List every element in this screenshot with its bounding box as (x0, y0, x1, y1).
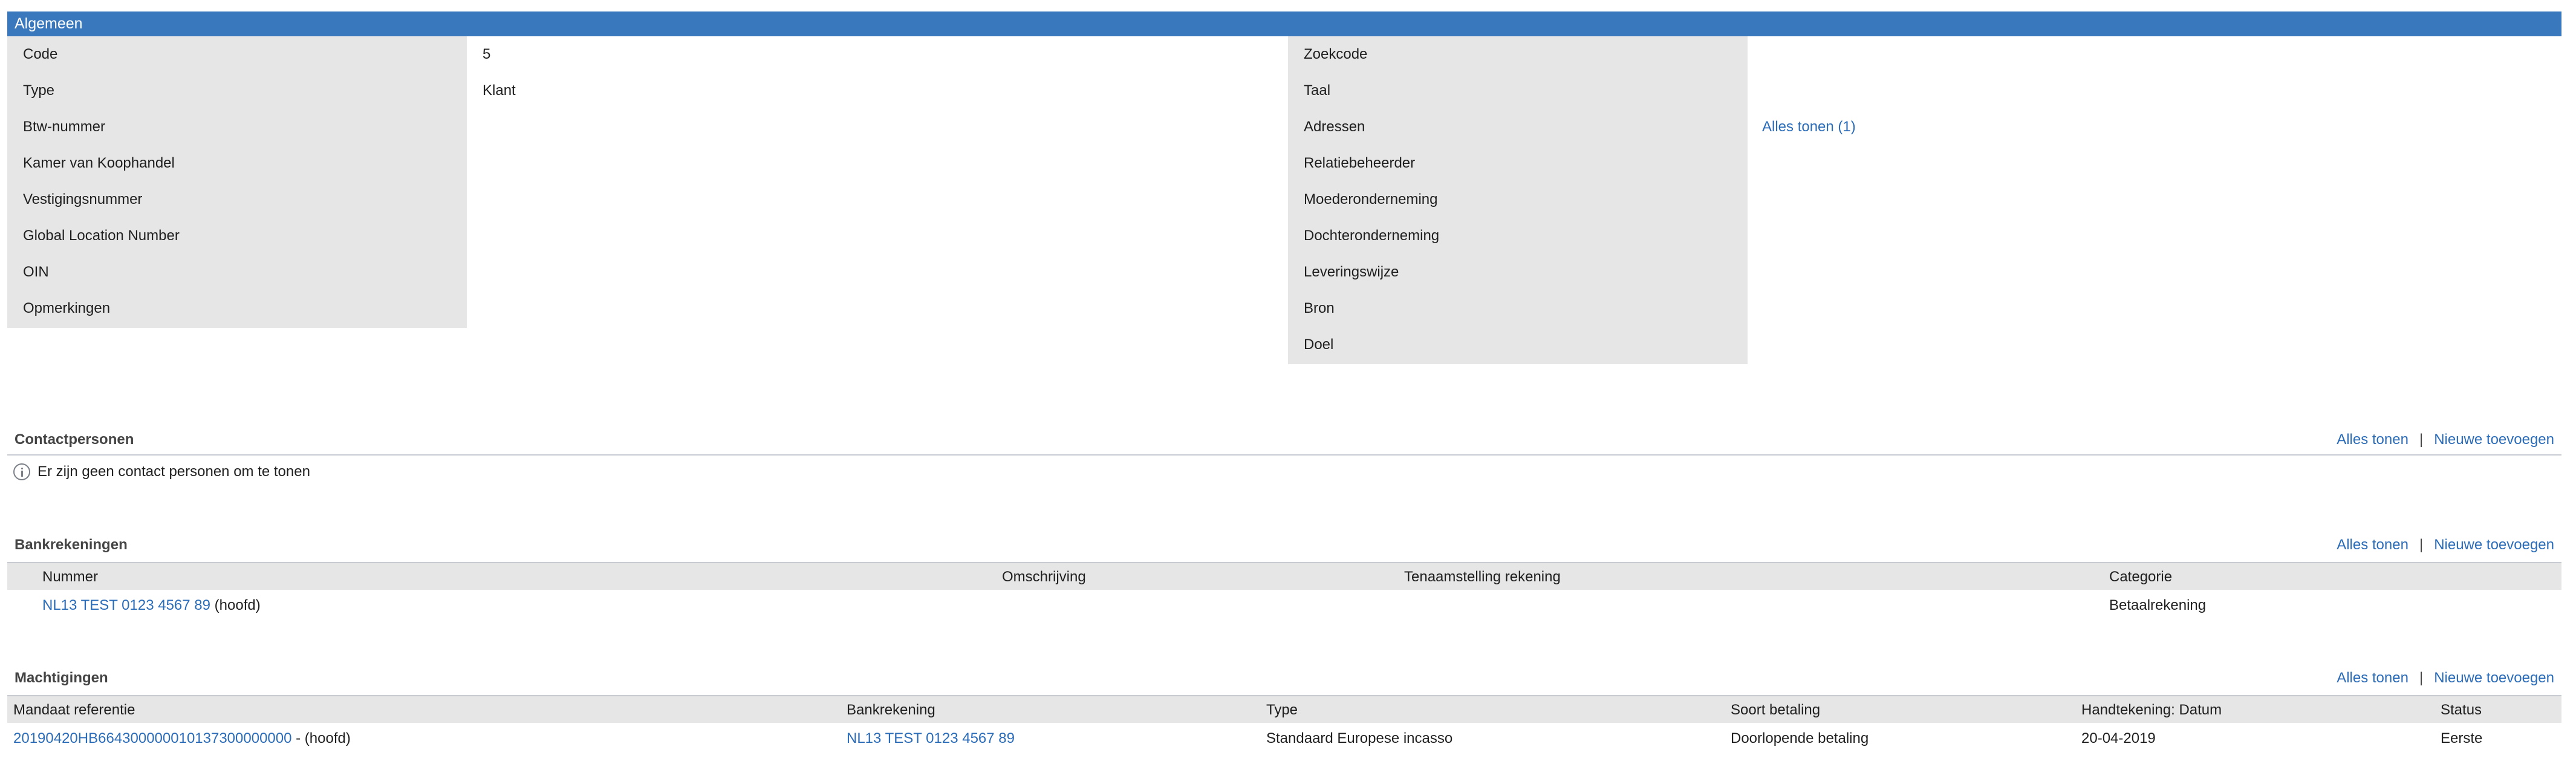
contacts-show-all-link[interactable]: Alles tonen (2337, 431, 2408, 448)
contacts-title: Contactpersonen (15, 431, 134, 448)
label-language: Taal (1304, 82, 1331, 99)
label-branch-number: Vestigingsnummer (23, 191, 143, 207)
bank-accounts-separator: | (2419, 537, 2424, 553)
bank-accounts-actions: Alles tonen | Nieuwe toevoegen (2337, 533, 2554, 557)
contacts-empty-text: Er zijn geen contact personen om te tone… (37, 463, 310, 480)
mandate-status: Eerste (2441, 730, 2483, 746)
label-remarks: Opmerkingen (23, 300, 111, 316)
value-search-code (1762, 36, 2548, 73)
col-status: Status (2441, 702, 2482, 718)
value-branch-number (483, 181, 1269, 218)
mandate-reference-cell: 20190420HB664300000010137300000000 - (ho… (13, 725, 351, 753)
label-subsidiary: Dochteronderneming (1304, 227, 1440, 244)
value-vat-number (483, 109, 1269, 145)
contacts-actions: Alles tonen | Nieuwe toevoegen (2337, 428, 2554, 452)
value-remarks (483, 290, 1269, 327)
bank-accounts-section-header: Bankrekeningen Alles tonen | Nieuwe toevoe… (15, 533, 2561, 557)
contacts-separator: | (2419, 431, 2424, 448)
general-left-values: 5 Klant (483, 36, 1269, 327)
value-language (1762, 73, 2548, 109)
mandate-type: Standaard Europese incasso (1266, 730, 1453, 746)
contacts-add-new-link[interactable]: Nieuwe toevoegen (2434, 431, 2554, 448)
col-type: Type (1266, 702, 1298, 718)
bank-account-number-cell: NL13 TEST 0123 4567 89 (hoofd) (42, 592, 261, 619)
label-addresses: Adressen (1304, 119, 1365, 135)
table-row: 20190420HB664300000010137300000000 - (ho… (7, 725, 2561, 753)
general-section-header: Algemeen (7, 11, 2561, 36)
value-addresses: Alles tonen (1) (1762, 109, 2548, 145)
label-source: Bron (1304, 300, 1335, 316)
general-right-labels: Zoekcode Taal Adressen Relatiebeheerder … (1288, 36, 1748, 364)
bank-accounts-table-header: Nummer Omschrijving Tenaamstelling reken… (7, 562, 2561, 590)
label-vat-number: Btw-nummer (23, 119, 106, 135)
info-icon (13, 463, 30, 480)
contacts-section-header: Contactpersonen Alles tonen | Nieuwe toevo… (15, 428, 2561, 452)
label-relationship-manager: Relatiebeheerder (1304, 155, 1416, 171)
table-row: NL13 TEST 0123 4567 89 (hoofd) Betaalrek… (7, 592, 2561, 619)
mandate-payment-kind: Doorlopende betaling (1731, 730, 1869, 746)
mandates-show-all-link[interactable]: Alles tonen (2337, 670, 2408, 686)
bank-accounts-add-new-link[interactable]: Nieuwe toevoegen (2434, 537, 2554, 553)
label-target: Doel (1304, 336, 1334, 353)
mandate-bank-account-link[interactable]: NL13 TEST 0123 4567 89 (847, 730, 1015, 746)
mandate-bank-account-cell: NL13 TEST 0123 4567 89 (847, 725, 1015, 753)
value-oin (483, 254, 1269, 290)
contacts-divider (7, 454, 2561, 456)
value-type: Klant (483, 82, 516, 99)
addresses-show-all-link[interactable]: Alles tonen (1) (1762, 119, 1856, 135)
main-marker: - (hoofd) (291, 730, 351, 746)
mandates-title: Machtigingen (15, 670, 108, 686)
mandate-reference-link[interactable]: 20190420HB664300000010137300000000 (13, 730, 291, 746)
mandates-actions: Alles tonen | Nieuwe toevoegen (2337, 666, 2554, 690)
col-payment-kind: Soort betaling (1731, 702, 1821, 718)
col-description: Omschrijving (1002, 569, 1086, 585)
label-global-location-number: Global Location Number (23, 227, 180, 244)
label-delivery-method: Leveringswijze (1304, 264, 1399, 280)
bank-accounts-show-all-link[interactable]: Alles tonen (2337, 537, 2408, 553)
col-mandate-reference: Mandaat referentie (13, 702, 135, 718)
mandates-table-header: Mandaat referentie Bankrekening Type Soo… (7, 695, 2561, 723)
col-number: Nummer (42, 569, 99, 585)
mandates-add-new-link[interactable]: Nieuwe toevoegen (2434, 670, 2554, 686)
bank-account-number-link[interactable]: NL13 TEST 0123 4567 89 (42, 597, 210, 613)
value-code: 5 (483, 46, 491, 62)
mandate-signature-date: 20-04-2019 (2081, 730, 2156, 746)
mandates-separator: | (2419, 670, 2424, 686)
label-type: Type (23, 82, 55, 99)
general-right-values: Alles tonen (1) (1762, 36, 2548, 145)
col-signature-date: Handtekening: Datum (2081, 702, 2222, 718)
main-marker: (hoofd) (210, 597, 261, 613)
value-global-location-number (483, 218, 1269, 254)
bank-accounts-title: Bankrekeningen (15, 537, 128, 553)
mandates-section-header: Machtigingen Alles tonen | Nieuwe toevoege… (15, 666, 2561, 690)
label-search-code: Zoekcode (1304, 46, 1368, 62)
contacts-empty-message: Er zijn geen contact personen om te tone… (13, 462, 310, 482)
value-chamber-of-commerce (483, 145, 1269, 181)
col-category: Categorie (2109, 569, 2173, 585)
label-code: Code (23, 46, 58, 62)
bank-account-category: Betaalrekening (2109, 597, 2207, 613)
general-left-labels: Code Type Btw-nummer Kamer van Koophande… (7, 36, 467, 328)
col-bank-account: Bankrekening (847, 702, 935, 718)
label-chamber-of-commerce: Kamer van Koophandel (23, 155, 175, 171)
label-oin: OIN (23, 264, 49, 280)
col-account-holder: Tenaamstelling rekening (1404, 569, 1561, 585)
label-parent-company: Moederonderneming (1304, 191, 1438, 207)
